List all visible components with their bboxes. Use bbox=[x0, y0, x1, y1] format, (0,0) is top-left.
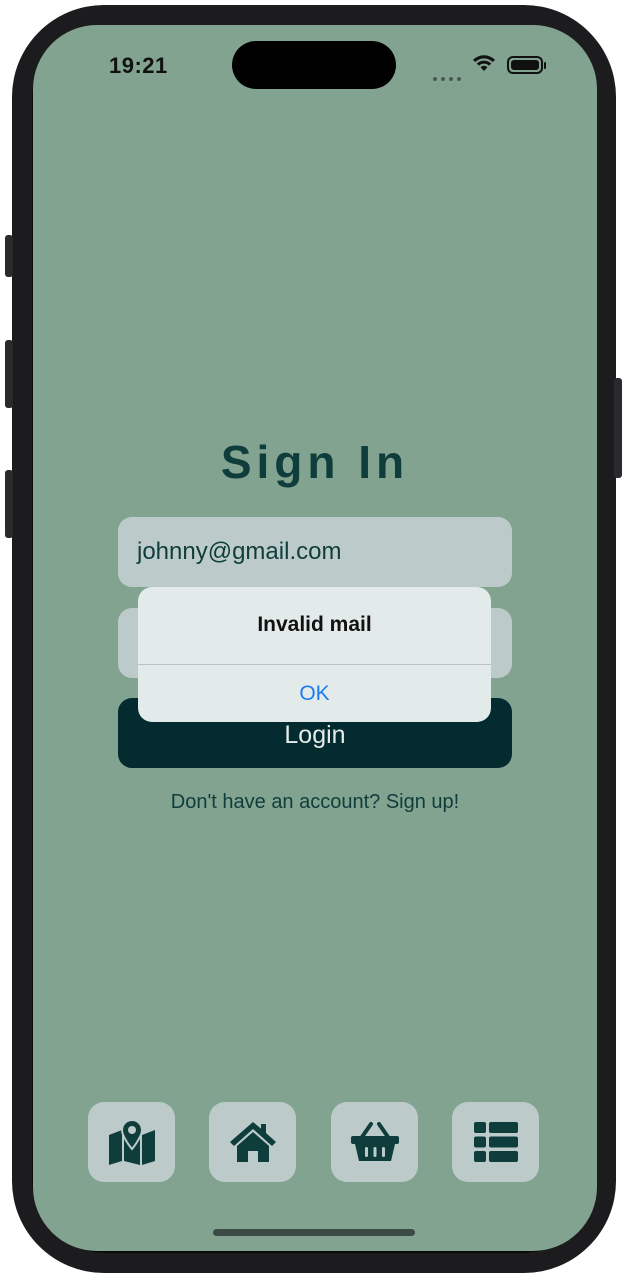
home-icon bbox=[229, 1122, 276, 1162]
alert-dialog: Invalid mail OK bbox=[138, 587, 491, 722]
page-title: Sign In bbox=[220, 436, 410, 488]
signal-dots-icon bbox=[433, 68, 465, 81]
app-screen: 19:21 Sign In johnny@gmail.com Login Don… bbox=[33, 25, 597, 1251]
map-pin-icon bbox=[108, 1119, 155, 1165]
battery-icon bbox=[507, 56, 546, 74]
alert-title: Invalid mail bbox=[257, 613, 372, 636]
action-button bbox=[5, 235, 13, 277]
nav-map-button[interactable] bbox=[88, 1102, 175, 1182]
home-indicator[interactable] bbox=[213, 1229, 415, 1236]
nav-list-button[interactable] bbox=[452, 1102, 539, 1182]
volume-down-button bbox=[5, 470, 13, 538]
nav-home-button[interactable] bbox=[209, 1102, 296, 1182]
list-icon bbox=[473, 1122, 518, 1162]
power-button bbox=[614, 378, 622, 478]
email-field[interactable]: johnny@gmail.com bbox=[118, 517, 512, 587]
volume-up-button bbox=[5, 340, 13, 408]
status-time: 19:21 bbox=[109, 53, 168, 78]
dynamic-island bbox=[232, 41, 396, 89]
nav-basket-button[interactable] bbox=[331, 1102, 418, 1182]
alert-ok-button[interactable]: OK bbox=[138, 665, 491, 722]
wifi-icon bbox=[473, 55, 495, 71]
basket-icon bbox=[350, 1122, 399, 1161]
signup-link[interactable]: Don't have an account? Sign up! bbox=[33, 791, 597, 814]
